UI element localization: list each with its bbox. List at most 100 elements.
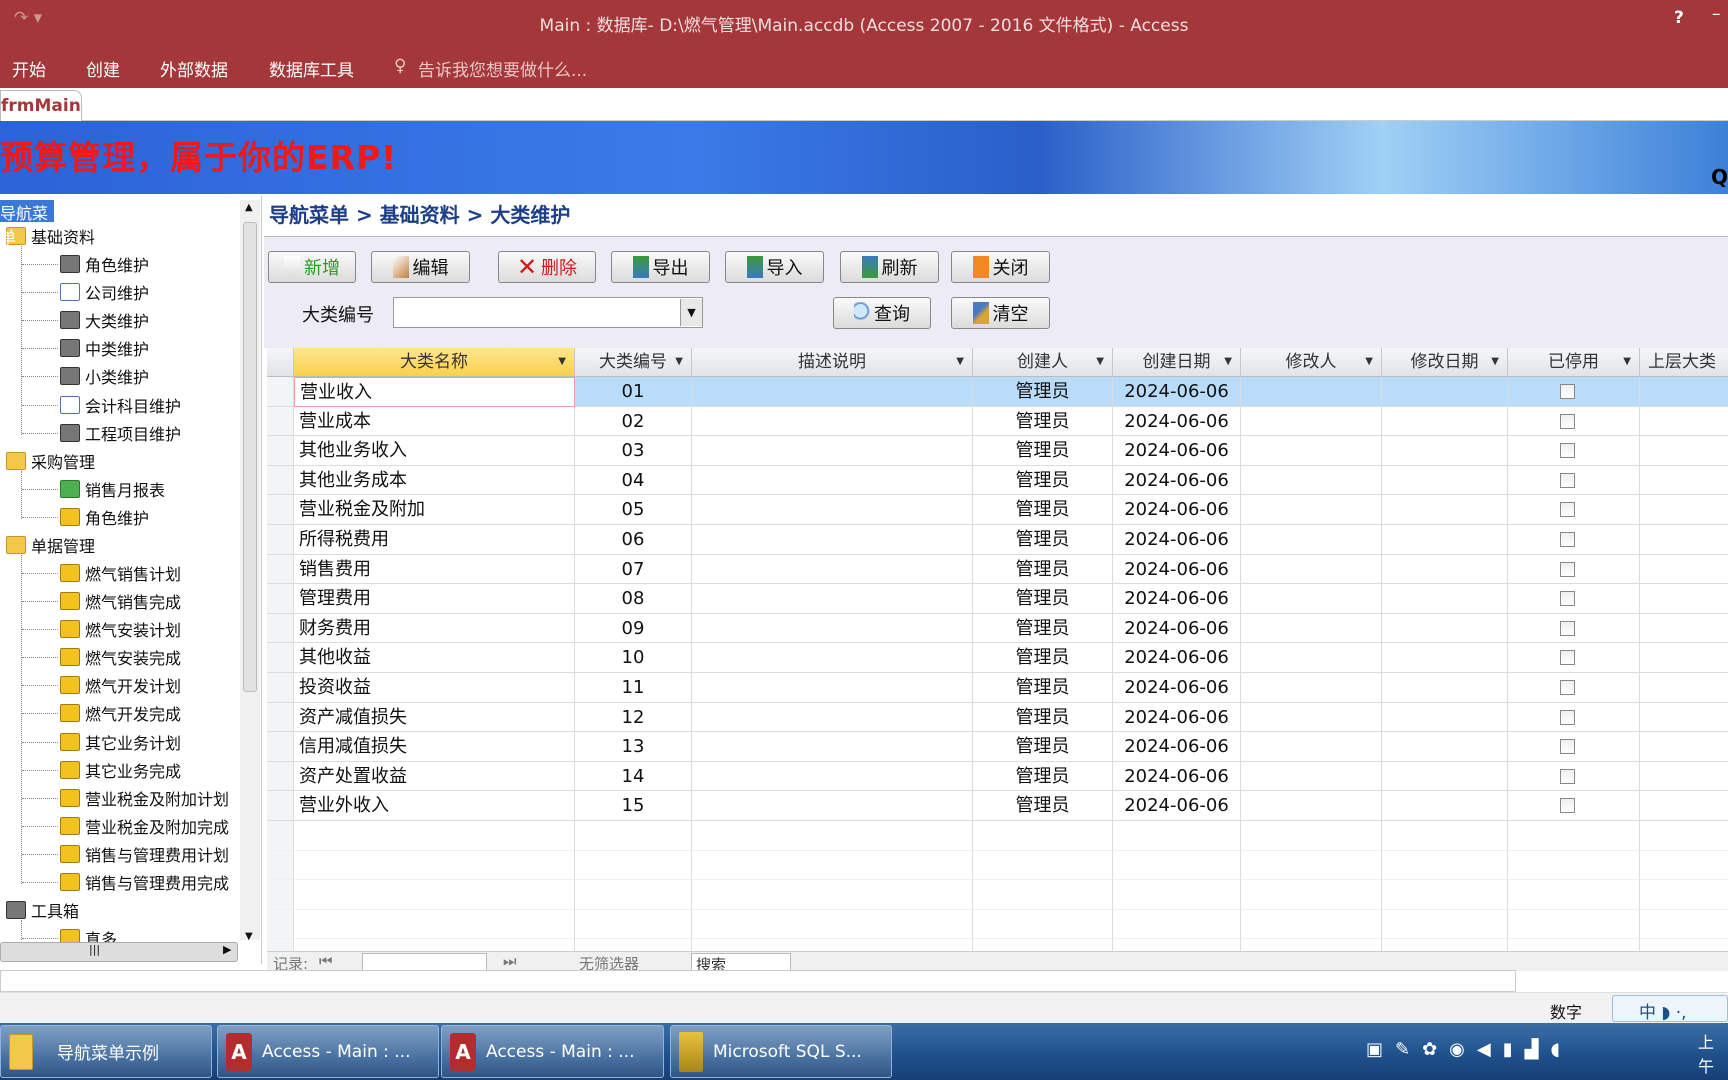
table-cell[interactable]: 其他收益 (294, 643, 575, 673)
row-selector[interactable] (267, 613, 294, 644)
tree-item[interactable]: 销售月报表 (60, 477, 165, 501)
table-row[interactable]: 其他收益 10 管理员 2024-06-06 (267, 643, 1728, 673)
delete-button[interactable]: ✕ 删除 (498, 251, 596, 283)
table-cell[interactable] (1241, 436, 1382, 466)
table-cell[interactable] (1241, 702, 1382, 733)
table-cell[interactable]: 2024-06-06 (1113, 554, 1241, 585)
table-cell[interactable] (692, 761, 973, 792)
tree-item[interactable]: 燃气开发计划 (60, 673, 181, 697)
tree-item[interactable]: 角色维护 (60, 505, 149, 529)
disabled-checkbox[interactable] (1560, 739, 1575, 755)
table-cell[interactable]: 管理员 (973, 761, 1113, 792)
table-cell[interactable] (692, 495, 973, 525)
table-cell[interactable]: 2024-06-06 (1113, 525, 1241, 555)
table-cell[interactable]: 09 (575, 613, 692, 644)
table-cell[interactable]: 管理员 (973, 613, 1113, 644)
table-cell[interactable]: 2024-06-06 (1113, 584, 1241, 614)
table-cell[interactable] (1241, 465, 1382, 496)
table-cell[interactable] (1382, 406, 1508, 437)
disabled-checkbox[interactable] (1560, 650, 1575, 666)
table-row[interactable]: 其他业务收入 03 管理员 2024-06-06 (267, 436, 1728, 466)
disabled-checkbox[interactable] (1560, 709, 1575, 725)
table-cell[interactable] (692, 584, 973, 614)
table-cell[interactable] (1382, 791, 1508, 821)
table-cell[interactable] (1241, 377, 1382, 407)
table-row[interactable]: 营业成本 02 管理员 2024-06-06 (267, 406, 1728, 437)
table-row[interactable]: 管理费用 08 管理员 2024-06-06 (267, 584, 1728, 614)
table-cell[interactable] (1640, 525, 1728, 555)
table-row[interactable]: 营业收入 01 管理员 2024-06-06 (267, 377, 1728, 407)
table-cell[interactable] (692, 673, 973, 703)
disabled-checkbox[interactable] (1560, 620, 1575, 636)
taskbar-item-access-2[interactable]: A Access - Main : ... (441, 1025, 664, 1078)
table-cell[interactable] (692, 377, 973, 407)
table-cell[interactable]: 投资收益 (294, 673, 575, 703)
table-cell[interactable] (692, 406, 973, 437)
table-cell[interactable] (692, 643, 973, 673)
tree-item[interactable]: 其它业务完成 (60, 758, 181, 782)
dropdown-arrow-icon[interactable]: ▼ (1365, 348, 1373, 376)
table-cell[interactable]: 08 (575, 584, 692, 614)
table-cell[interactable]: 2024-06-06 (1113, 436, 1241, 466)
table-cell[interactable]: 营业外收入 (294, 791, 575, 821)
table-cell[interactable]: 14 (575, 761, 692, 792)
table-cell[interactable]: 信用减值损失 (294, 732, 575, 762)
disabled-checkbox[interactable] (1560, 768, 1575, 784)
row-selector[interactable] (267, 584, 294, 614)
disabled-checkbox[interactable] (1560, 532, 1575, 547)
table-cell[interactable]: 资产减值损失 (294, 702, 575, 733)
table-row[interactable]: 所得税费用 06 管理员 2024-06-06 (267, 525, 1728, 555)
table-cell[interactable]: 财务费用 (294, 613, 575, 644)
table-cell[interactable] (1241, 525, 1382, 555)
table-row[interactable]: 资产减值损失 12 管理员 2024-06-06 (267, 702, 1728, 733)
query-button[interactable]: 查询 (833, 297, 931, 329)
table-cell[interactable]: 07 (575, 554, 692, 585)
dropdown-arrow-icon[interactable]: ▼ (1491, 348, 1499, 376)
table-cell[interactable] (692, 525, 973, 555)
table-cell[interactable]: 06 (575, 525, 692, 555)
tree-item[interactable]: 燃气安装计划 (60, 617, 181, 641)
column-header[interactable]: 创建人 ▼ (973, 348, 1113, 377)
disabled-checkbox[interactable] (1560, 472, 1575, 488)
row-selector[interactable] (267, 465, 294, 496)
column-header[interactable]: 大类名称 ▼ (294, 348, 575, 377)
table-cell[interactable]: 12 (575, 702, 692, 733)
table-cell[interactable] (1640, 495, 1728, 525)
table-cell[interactable]: 15 (575, 791, 692, 821)
tree-item[interactable]: 燃气安装完成 (60, 645, 181, 669)
table-cell[interactable] (1640, 762, 1728, 792)
table-cell[interactable] (1382, 613, 1508, 644)
table-cell[interactable]: 管理员 (973, 732, 1113, 762)
table-cell[interactable] (1640, 703, 1728, 733)
table-cell[interactable] (1241, 554, 1382, 585)
table-cell[interactable]: 05 (575, 495, 692, 525)
first-record-button[interactable]: ⏮ (319, 952, 333, 970)
disabled-checkbox[interactable] (1560, 680, 1575, 695)
table-cell[interactable]: 2024-06-06 (1113, 465, 1241, 496)
table-cell[interactable]: 管理员 (973, 465, 1113, 496)
tell-me-input[interactable]: 告诉我您想要做什么... (418, 56, 587, 81)
table-cell[interactable]: 管理员 (973, 673, 1113, 703)
tree-item[interactable]: 销售与管理费用完成 (60, 870, 229, 894)
table-cell[interactable]: 管理员 (973, 584, 1113, 614)
import-button[interactable]: 导入 (725, 251, 824, 283)
tree-item[interactable]: 工程项目维护 (60, 421, 181, 445)
dropdown-arrow-icon[interactable]: ▼ (558, 348, 566, 376)
row-selector[interactable] (267, 436, 294, 466)
row-selector[interactable] (267, 643, 294, 673)
category-code-combobox[interactable] (393, 297, 703, 328)
clear-button[interactable]: 清空 (951, 297, 1050, 329)
record-number-input[interactable] (362, 953, 487, 971)
close-button[interactable]: 关闭 (951, 251, 1050, 283)
row-selector[interactable] (267, 702, 294, 733)
row-selector[interactable] (267, 761, 294, 792)
column-header[interactable]: 已停用 ▼ (1508, 348, 1640, 377)
table-cell[interactable] (1382, 377, 1508, 407)
table-cell[interactable] (692, 791, 973, 821)
row-selector[interactable] (267, 495, 294, 525)
table-row[interactable]: 营业外收入 15 管理员 2024-06-06 (267, 791, 1728, 821)
table-cell[interactable]: 所得税费用 (294, 525, 575, 555)
export-button[interactable]: 导出 (611, 251, 710, 283)
table-cell[interactable]: 10 (575, 643, 692, 673)
tree-item[interactable]: 公司维护 (60, 280, 149, 304)
